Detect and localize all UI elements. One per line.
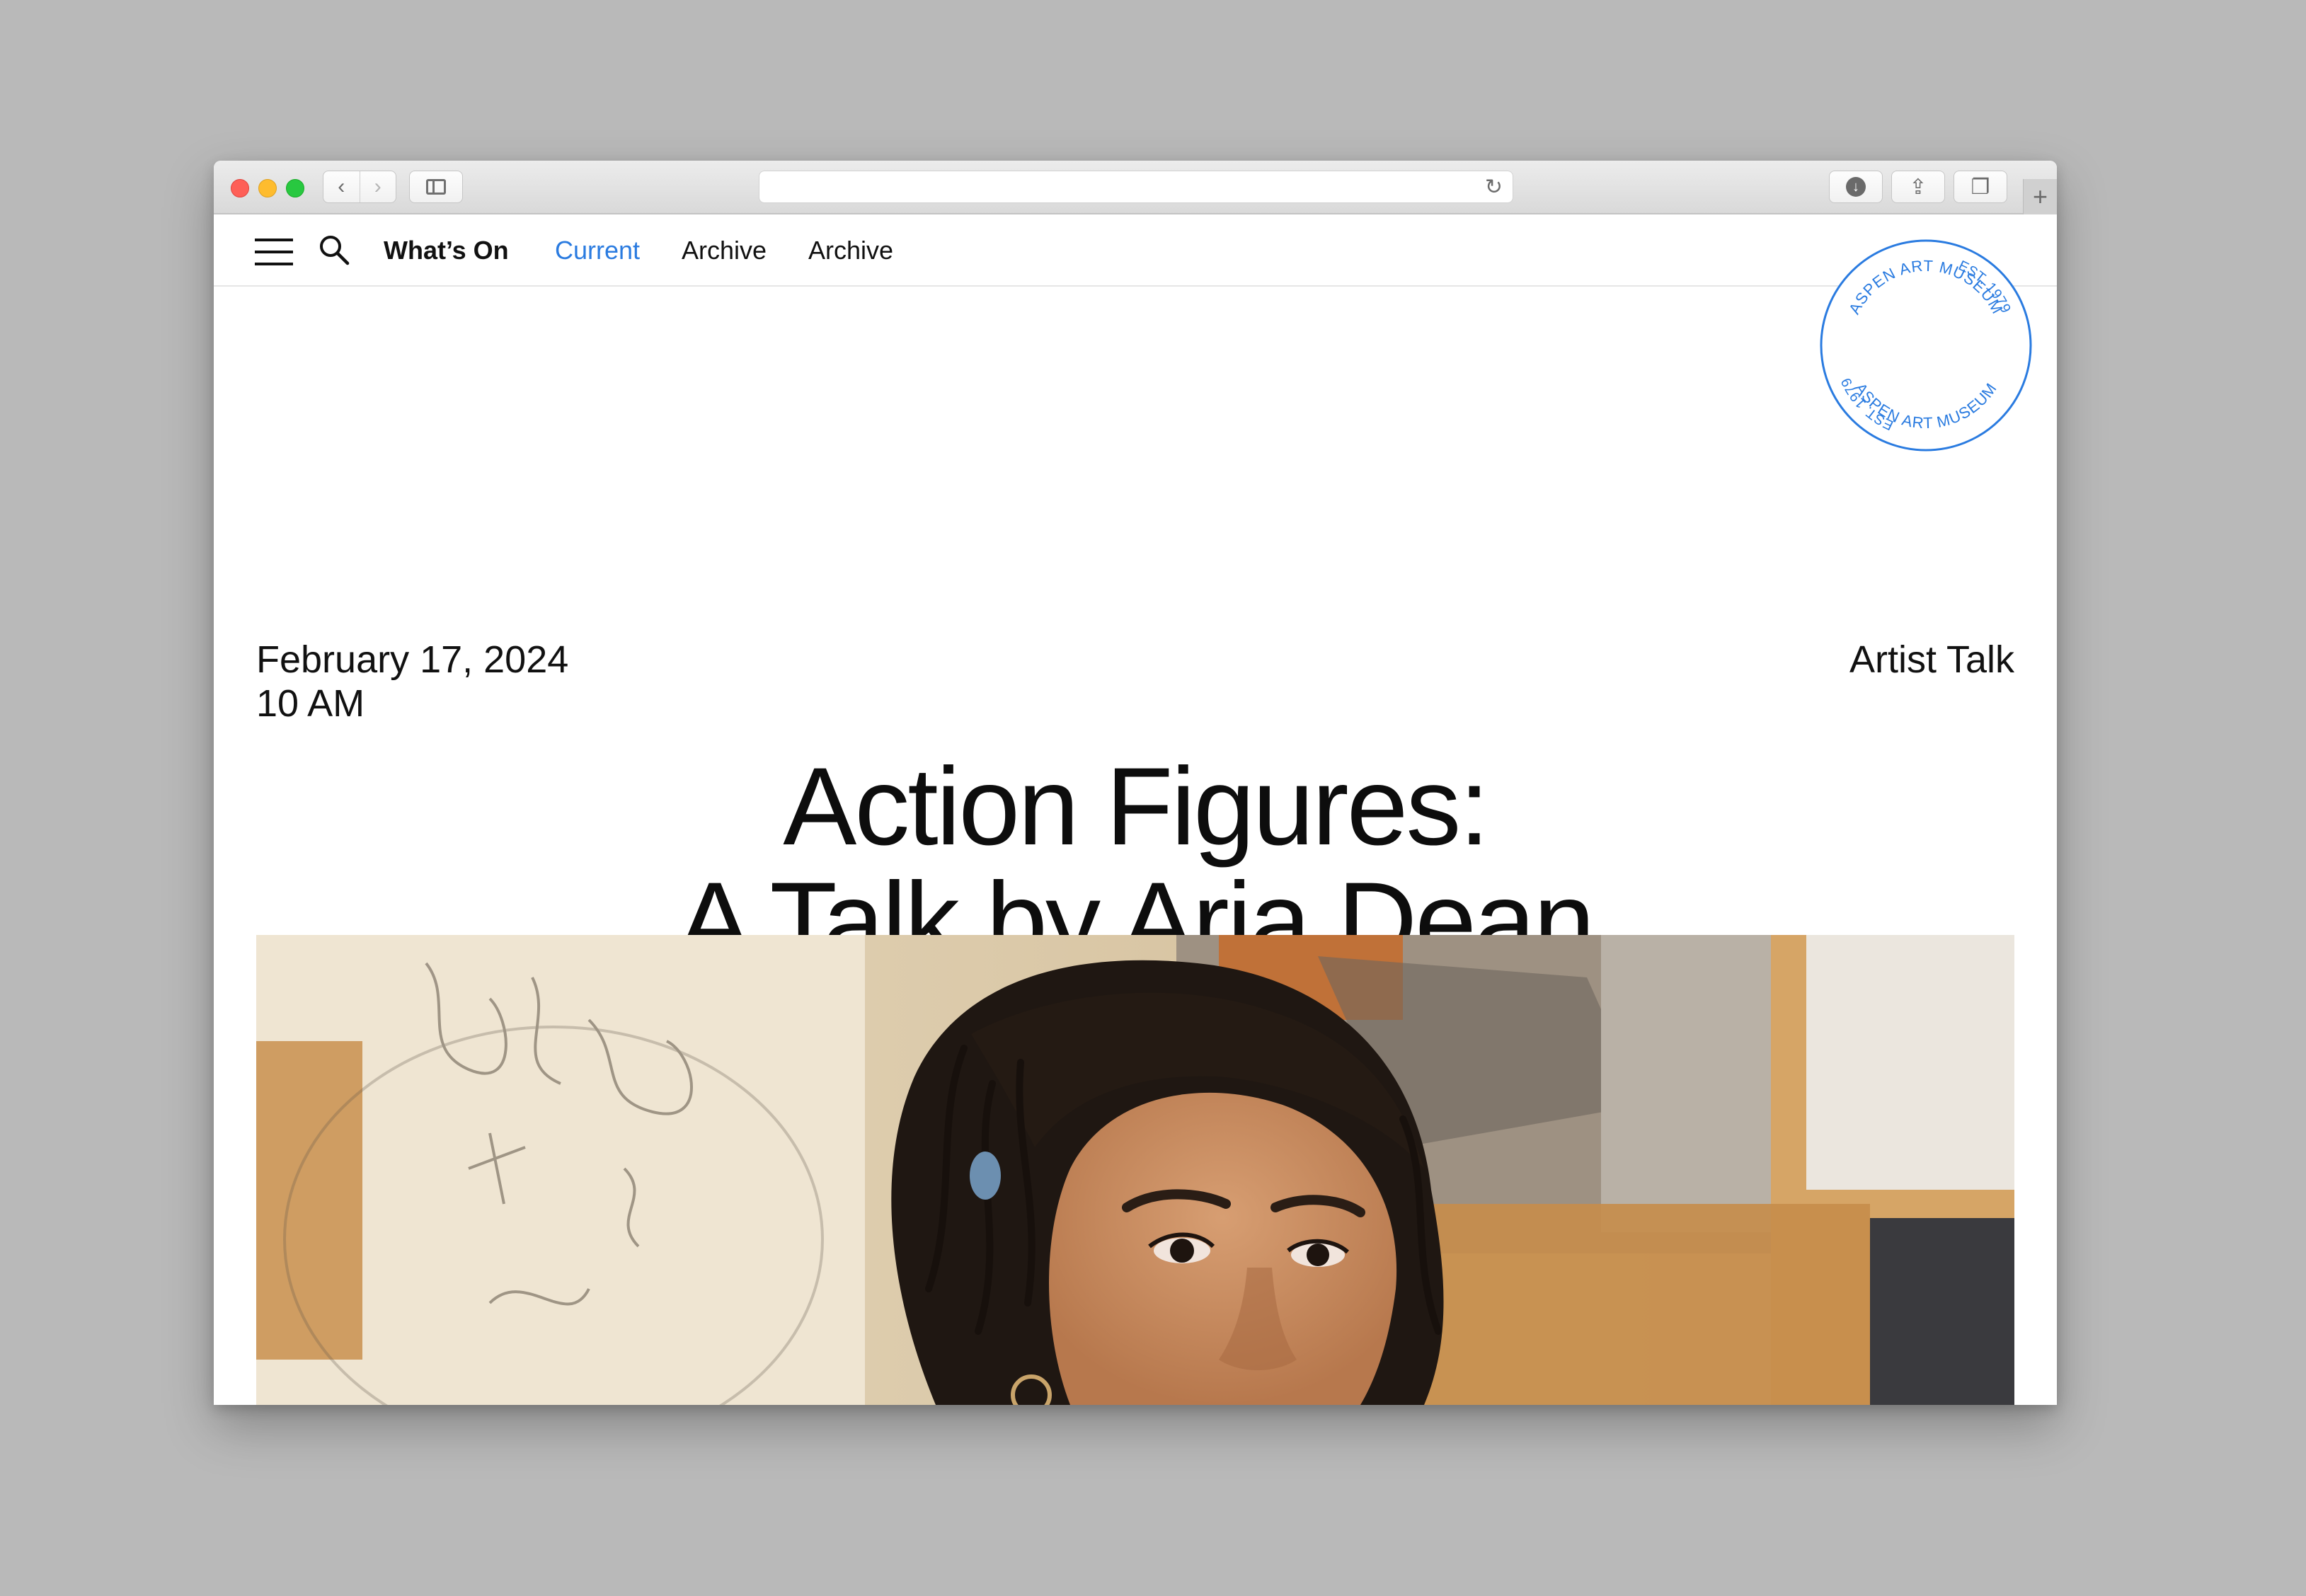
- tab-overview-button[interactable]: ❐: [1954, 171, 2007, 203]
- nav-current[interactable]: Current: [555, 236, 640, 265]
- new-tab-button[interactable]: +: [2023, 179, 2057, 214]
- event-date: February 17, 2024: [256, 638, 569, 681]
- downloads-button[interactable]: ↓: [1829, 171, 1883, 203]
- address-bar[interactable]: ↻: [759, 171, 1513, 203]
- minimize-window-button[interactable]: [258, 179, 277, 197]
- event-time: 10 AM: [256, 682, 365, 725]
- page-content: What’s On Current Archive Archive ASPEN …: [214, 214, 2057, 1405]
- event-datetime: February 17, 2024 10 AM: [256, 638, 568, 725]
- page-title-line-1: Action Figures:: [783, 745, 1489, 868]
- nav-whats-on[interactable]: What’s On: [384, 236, 509, 265]
- download-icon: ↓: [1846, 177, 1866, 197]
- browser-window: ‹ › ↻ ↓ ⇪ ❐ + What’s On Current Archive …: [214, 161, 2057, 1405]
- event-category[interactable]: Artist Talk: [1849, 638, 2014, 682]
- reload-icon[interactable]: ↻: [1485, 175, 1503, 200]
- back-button[interactable]: ‹: [323, 171, 360, 202]
- nav-archive[interactable]: Archive: [682, 236, 767, 265]
- history-nav-buttons: ‹ ›: [323, 171, 396, 203]
- sidebar-icon: [426, 179, 446, 195]
- site-navigation: What’s On Current Archive Archive: [214, 214, 2057, 287]
- hero-portrait-image: [256, 935, 2014, 1405]
- tabs-icon: ❐: [1971, 175, 1990, 199]
- museum-seal-logo[interactable]: ASPEN ART MUSEUM ASPEN ART MUSEUM EST. 1…: [1816, 236, 2036, 455]
- zoom-window-button[interactable]: [286, 179, 304, 197]
- menu-icon[interactable]: [255, 239, 293, 267]
- sidebar-toggle-button[interactable]: [409, 171, 463, 203]
- share-button[interactable]: ⇪: [1891, 171, 1945, 203]
- forward-button[interactable]: ›: [359, 171, 396, 202]
- share-icon: ⇪: [1909, 175, 1927, 199]
- nav-archive-secondary[interactable]: Archive: [808, 236, 893, 265]
- portrait-illustration: [256, 935, 2014, 1405]
- browser-toolbar: ‹ › ↻ ↓ ⇪ ❐ +: [214, 161, 2057, 214]
- close-window-button[interactable]: [231, 179, 249, 197]
- search-icon[interactable]: [319, 234, 350, 265]
